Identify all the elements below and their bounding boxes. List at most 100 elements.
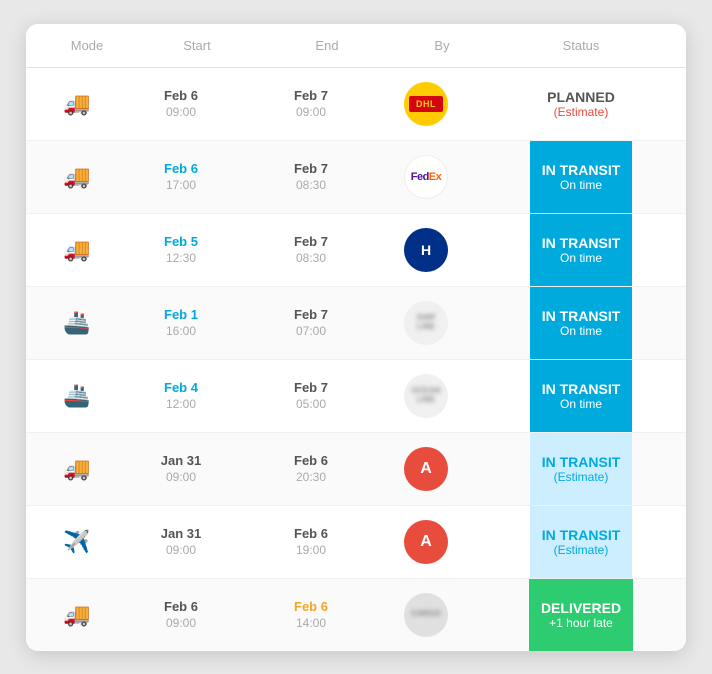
- status-sub: (Estimate): [554, 470, 609, 484]
- start-date: Feb 5: [164, 234, 198, 249]
- status-cell: IN TRANSIT On time: [476, 360, 686, 432]
- carrier-cell: DHL: [376, 72, 476, 136]
- avatar: A: [404, 447, 448, 491]
- header-start: Start: [132, 38, 262, 53]
- carrier-initial: A: [420, 460, 432, 478]
- carrier-cell: SHIPLINE: [376, 291, 476, 355]
- start-cell: Feb 6 17:00: [116, 151, 246, 202]
- mode-cell: 🚢: [26, 300, 116, 346]
- start-cell: Feb 6 09:00: [116, 78, 246, 129]
- end-cell: Feb 7 08:30: [246, 224, 376, 275]
- delivered-logo: CARGO: [411, 610, 441, 619]
- mode-cell: 🚢: [26, 373, 116, 419]
- end-date: Feb 7: [294, 307, 328, 322]
- status-main: DELIVERED: [541, 600, 621, 616]
- avatar: SHIPLINE: [404, 301, 448, 345]
- end-date: Feb 7: [294, 234, 328, 249]
- header-end: End: [262, 38, 392, 53]
- start-cell: Feb 1 16:00: [116, 297, 246, 348]
- carrier-cell: A: [376, 437, 476, 501]
- avatar: H: [404, 228, 448, 272]
- start-cell: Jan 31 09:00: [116, 516, 246, 567]
- truck-icon: 🚚: [63, 602, 90, 628]
- end-time: 14:00: [296, 616, 326, 630]
- table-row: 🚚 Feb 5 12:30 Feb 7 08:30 H IN TRANSIT O…: [26, 214, 686, 287]
- ship-logo: SHIPLINE: [417, 314, 436, 332]
- status-main: IN TRANSIT: [542, 381, 621, 397]
- start-time: 09:00: [166, 470, 196, 484]
- status-box: IN TRANSIT (Estimate): [530, 506, 633, 578]
- end-time: 09:00: [296, 105, 326, 119]
- plane-icon: ✈️: [63, 529, 90, 555]
- table-row: 🚢 Feb 4 12:00 Feb 7 05:00 OCEANLINE IN T…: [26, 360, 686, 433]
- status-box: IN TRANSIT On time: [530, 141, 633, 213]
- mode-cell: 🚚: [26, 592, 116, 638]
- start-date: Jan 31: [161, 453, 201, 468]
- end-cell: Feb 6 20:30: [246, 443, 376, 494]
- table-row: 🚚 Feb 6 09:00 Feb 6 14:00 CARGO DELIVERE…: [26, 579, 686, 651]
- status-cell: DELIVERED +1 hour late: [476, 579, 686, 651]
- status-box: IN TRANSIT On time: [530, 360, 633, 432]
- end-time: 08:30: [296, 251, 326, 265]
- mode-cell: 🚚: [26, 81, 116, 127]
- fedex-logo: FedEx: [411, 171, 442, 183]
- avatar: CARGO: [404, 593, 448, 637]
- end-date: Feb 7: [294, 380, 328, 395]
- truck-icon: 🚚: [63, 164, 90, 190]
- status-cell: IN TRANSIT On time: [476, 141, 686, 213]
- header-status: Status: [492, 38, 670, 53]
- status-main: IN TRANSIT: [542, 162, 621, 178]
- status-box: IN TRANSIT (Estimate): [530, 433, 633, 505]
- status-main: IN TRANSIT: [542, 527, 621, 543]
- end-date: Feb 7: [294, 161, 328, 176]
- shipment-table: Mode Start End By Status 🚚 Feb 6 09:00 F…: [26, 24, 686, 651]
- status-box: IN TRANSIT On time: [530, 287, 633, 359]
- status-box: IN TRANSIT On time: [530, 214, 633, 286]
- start-cell: Jan 31 09:00: [116, 443, 246, 494]
- status-sub: On time: [560, 178, 602, 192]
- status-sub: (Estimate): [554, 105, 609, 119]
- start-time: 09:00: [166, 543, 196, 557]
- end-cell: Feb 7 08:30: [246, 151, 376, 202]
- end-cell: Feb 7 09:00: [246, 78, 376, 129]
- end-date: Feb 6: [294, 453, 328, 468]
- start-cell: Feb 4 12:00: [116, 370, 246, 421]
- table-row: 🚚 Jan 31 09:00 Feb 6 20:30 A IN TRANSIT …: [26, 433, 686, 506]
- end-time: 07:00: [296, 324, 326, 338]
- status-cell: IN TRANSIT On time: [476, 287, 686, 359]
- header-by: By: [392, 38, 492, 53]
- truck-icon: 🚚: [63, 237, 90, 263]
- status-box: PLANNED (Estimate): [535, 68, 627, 140]
- mode-cell: 🚚: [26, 154, 116, 200]
- end-cell: Feb 6 14:00: [246, 589, 376, 640]
- carrier-cell: H: [376, 218, 476, 282]
- carrier-initial: A: [420, 533, 432, 551]
- start-time: 12:00: [166, 397, 196, 411]
- hapag-logo: H: [421, 242, 431, 258]
- start-date: Jan 31: [161, 526, 201, 541]
- end-time: 08:30: [296, 178, 326, 192]
- carrier-cell: FedEx: [376, 145, 476, 209]
- ship-logo: OCEANLINE: [412, 387, 441, 405]
- start-time: 09:00: [166, 105, 196, 119]
- avatar: DHL: [404, 82, 448, 126]
- status-sub: On time: [560, 324, 602, 338]
- start-date: Feb 6: [164, 161, 198, 176]
- avatar: OCEANLINE: [404, 374, 448, 418]
- status-cell: IN TRANSIT On time: [476, 214, 686, 286]
- end-date: Feb 6: [294, 599, 328, 614]
- mode-cell: 🚚: [26, 227, 116, 273]
- table-row: ✈️ Jan 31 09:00 Feb 6 19:00 A IN TRANSIT…: [26, 506, 686, 579]
- avatar: FedEx: [404, 155, 448, 199]
- status-sub: On time: [560, 251, 602, 265]
- end-cell: Feb 7 07:00: [246, 297, 376, 348]
- ship-icon: 🚢: [63, 310, 90, 336]
- table-row: 🚚 Feb 6 09:00 Feb 7 09:00 DHL PLANNED (E…: [26, 68, 686, 141]
- start-date: Feb 6: [164, 88, 198, 103]
- status-cell: IN TRANSIT (Estimate): [476, 433, 686, 505]
- carrier-cell: OCEANLINE: [376, 364, 476, 428]
- end-cell: Feb 6 19:00: [246, 516, 376, 567]
- status-main: PLANNED: [547, 89, 615, 105]
- status-cell: IN TRANSIT (Estimate): [476, 506, 686, 578]
- table-row: 🚚 Feb 6 17:00 Feb 7 08:30 FedEx IN TRANS…: [26, 141, 686, 214]
